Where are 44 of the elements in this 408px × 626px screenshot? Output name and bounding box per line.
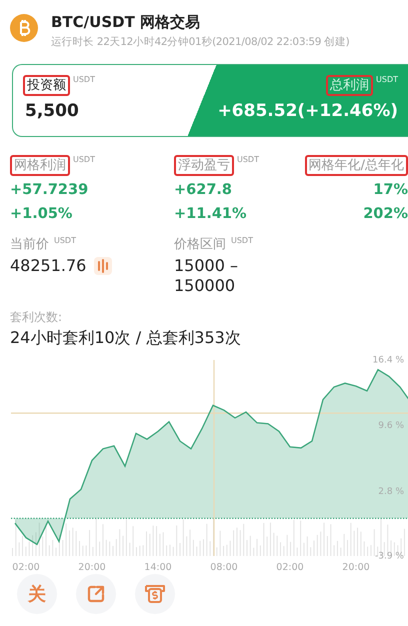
y-tick-label: 9.6 % <box>378 421 404 432</box>
y-tick-label: -3.9 % <box>375 551 404 562</box>
unit-label: USDT <box>73 75 95 85</box>
x-tick-label: 02:00 <box>276 562 304 573</box>
y-tick-label: 16.4 % <box>372 355 404 366</box>
stat-label: 浮动盈亏 <box>174 155 234 176</box>
x-tick-label: 14:00 <box>144 562 172 573</box>
x-tick-label: 20:00 <box>78 562 106 573</box>
unit-label: USDT <box>54 236 76 246</box>
stat-value: +627.8 <box>174 181 234 200</box>
price-value: 15000 – 150000 <box>174 256 239 296</box>
arbitrage-count: 24小时套利10次 / 总套利353次 <box>10 328 242 348</box>
stat-label: 网格利润 <box>10 155 70 176</box>
stat-value: +11.41% <box>174 205 248 224</box>
x-tick-label: 20:00 <box>342 562 370 573</box>
close-grid-button[interactable]: 关 <box>17 574 57 614</box>
candlestick-icon[interactable] <box>94 257 112 275</box>
unit-label: USDT <box>237 155 259 165</box>
investment-value: 5,500 <box>24 101 80 121</box>
stat-value: 17% <box>373 181 408 200</box>
x-tick-label: 02:00 <box>12 562 40 573</box>
bitcoin-logo-icon <box>10 14 38 42</box>
stat-value: +1.05% <box>10 205 74 224</box>
price-value: 48251.76 <box>10 256 86 276</box>
unit-label: USDT <box>376 75 398 85</box>
stat-value: +57.7239 <box>10 181 90 200</box>
page-title: BTC/USDT 网格交易 <box>51 13 202 31</box>
arbitrage-label: 套利次数: <box>10 310 64 325</box>
y-tick-label: 2.8 % <box>378 486 404 497</box>
share-icon <box>86 584 106 604</box>
investment-label: 投资额 <box>23 75 70 96</box>
withdraw-button[interactable] <box>135 574 175 614</box>
stat-value: 202% <box>363 205 408 224</box>
cash-register-icon <box>144 583 166 605</box>
stat-label: 网格年化/总年化 <box>304 155 408 176</box>
stat-label: 价格区间 <box>174 236 227 253</box>
total-profit-value: +685.52(+12.46%) <box>216 101 398 121</box>
unit-label: USDT <box>73 155 95 165</box>
share-button[interactable] <box>76 574 116 614</box>
run-duration: 运行时长 22天12小时42分钟01秒(2021/08/02 22:03:59 创建) <box>51 35 350 49</box>
total-profit-label: 总利润 <box>326 75 374 96</box>
stat-label: 当前价 <box>10 236 50 253</box>
x-tick-label: 08:00 <box>210 562 238 573</box>
unit-label: USDT <box>231 236 253 246</box>
